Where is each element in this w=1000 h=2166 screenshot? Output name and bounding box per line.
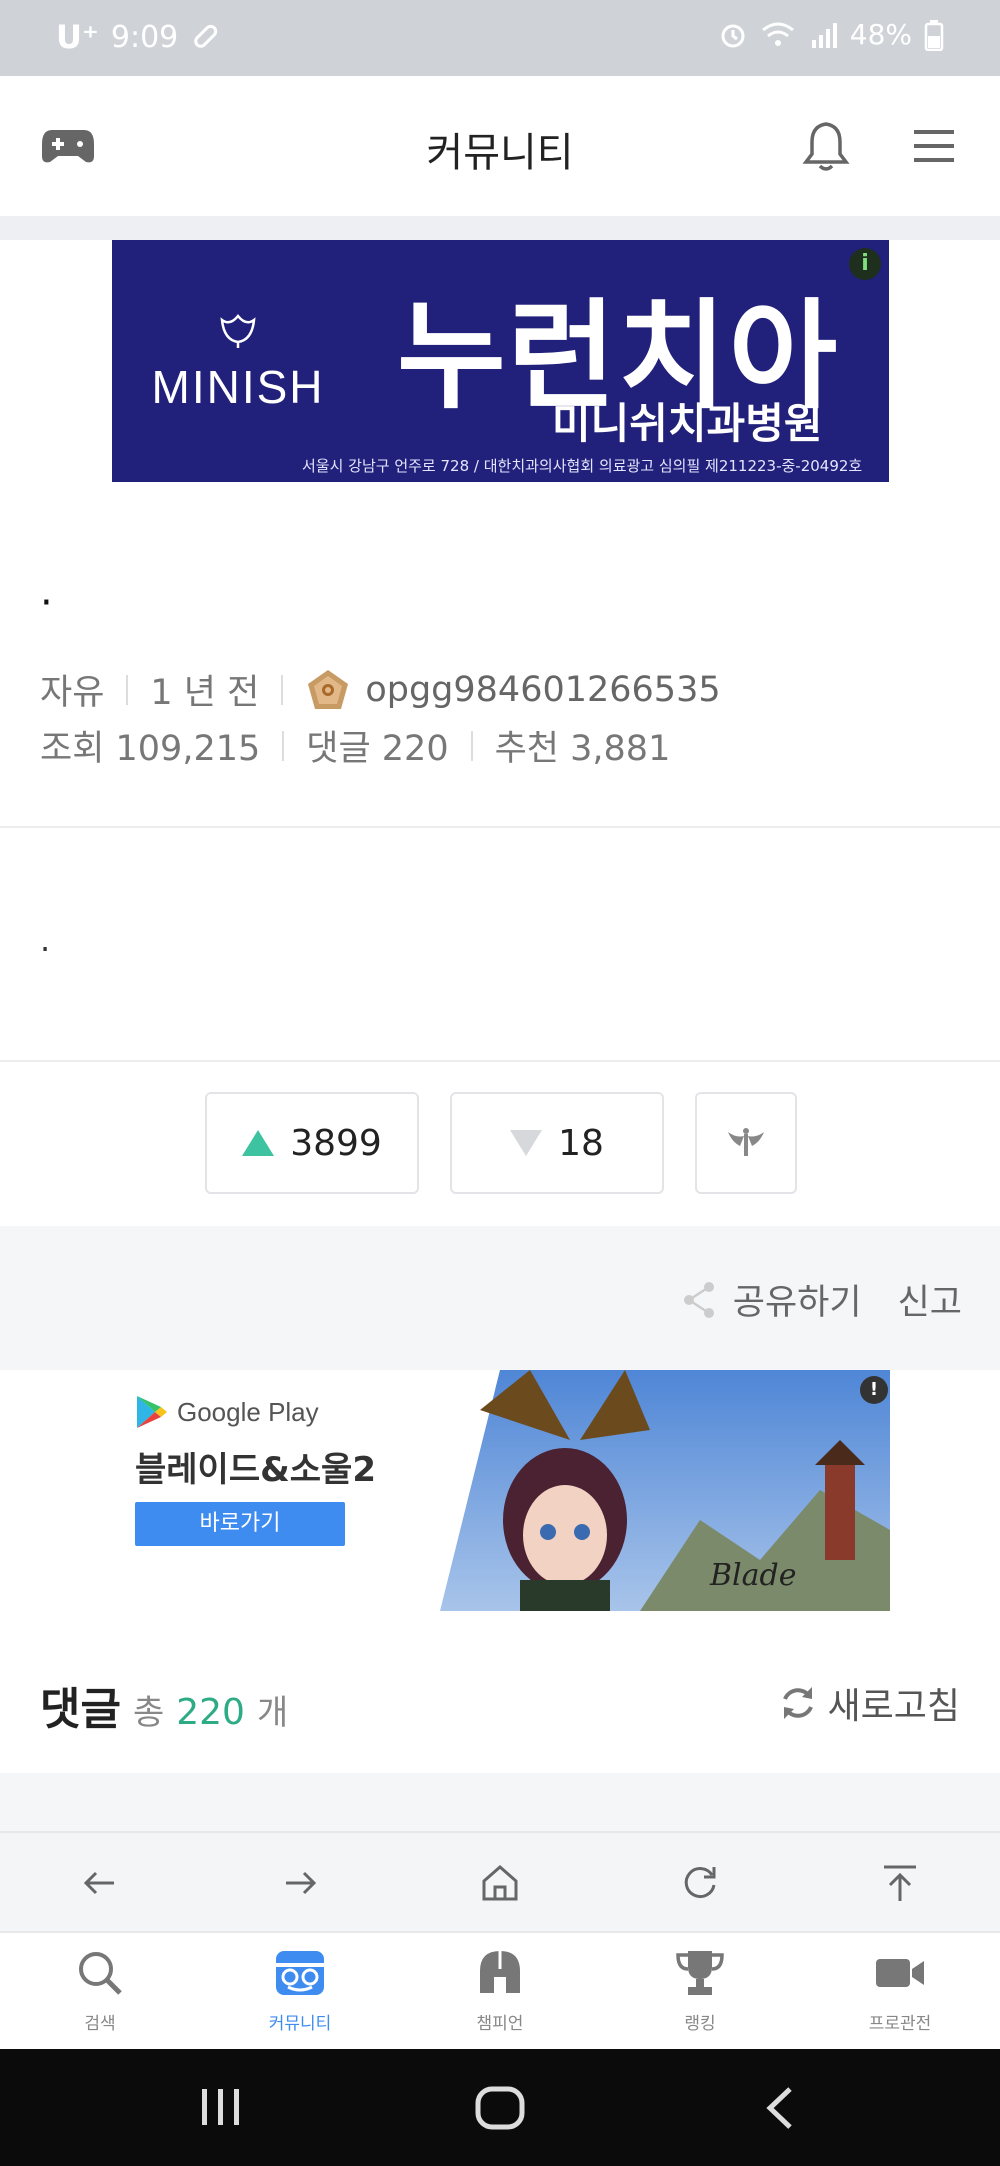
refresh-label: 새로고침	[827, 1686, 960, 1727]
reload-icon[interactable]	[678, 1861, 722, 1905]
post-title: ·	[40, 580, 53, 626]
home-button-icon[interactable]	[474, 2085, 526, 2131]
meta-divider	[470, 730, 473, 761]
meta-divider	[126, 674, 129, 705]
battery-percent: 48%	[849, 18, 912, 51]
ad-brand-name: MINISH	[151, 361, 325, 413]
trophy-icon	[676, 1951, 724, 1995]
refresh-button[interactable]: 새로고침	[778, 1677, 960, 1729]
carrier-label: U⁺	[56, 18, 99, 56]
ad-info-icon[interactable]: !	[860, 1376, 888, 1404]
google-play-icon	[137, 1396, 167, 1428]
system-nav-bar	[0, 2049, 1000, 2166]
author-name[interactable]: opgg984601266535	[365, 670, 720, 710]
bell-icon[interactable]	[796, 116, 856, 176]
wifi-icon	[761, 22, 794, 46]
signal-icon	[811, 22, 837, 48]
search-icon	[79, 1952, 122, 1995]
tab-label: 커뮤니티	[268, 2014, 332, 2034]
award-button[interactable]	[695, 1092, 797, 1194]
game-artwork: Blade	[440, 1370, 890, 1611]
tulip-logo-icon	[220, 313, 256, 348]
post-time: 1 년 전	[150, 673, 260, 713]
status-bar: U⁺ 9:09 48%	[0, 0, 1000, 76]
rank-badge-icon	[308, 669, 349, 709]
share-icon[interactable]	[681, 1281, 717, 1319]
tab-champion[interactable]: 챔피언	[400, 1947, 600, 2034]
banner-ad-minish[interactable]: MINISH 누런치아 미니쉬치과병원 서울시 강남구 언주로 728 / 대한…	[112, 240, 889, 482]
comments-total-label: 총	[132, 1693, 165, 1733]
tab-label: 챔피언	[476, 2014, 524, 2034]
report-button[interactable]: 신고	[898, 1274, 962, 1325]
downvote-arrow-icon	[510, 1130, 543, 1156]
ad-subline: 미니쉬치과병원	[552, 399, 823, 448]
comments-header: 댓글 총 220 개 새로고침	[0, 1631, 1000, 1773]
scroll-top-icon[interactable]	[878, 1861, 922, 1905]
ad-fineprint: 서울시 강남구 언주로 728 / 대한치과의사협회 의료광고 심의필 제211…	[302, 457, 863, 475]
tab-ranking[interactable]: 랭킹	[600, 1947, 800, 2034]
ad-brand: MINISH	[148, 310, 328, 414]
upvote-count: 3899	[290, 1122, 382, 1164]
forward-arrow-icon[interactable]	[278, 1861, 322, 1905]
section-divider	[0, 216, 1000, 240]
app-header: 커뮤니티	[0, 76, 1000, 216]
tab-pro-watch[interactable]: 프로관전	[800, 1947, 1000, 2034]
menu-icon[interactable]	[904, 116, 964, 176]
battery-icon	[924, 19, 944, 51]
downvote-button[interactable]: 18	[450, 1092, 664, 1194]
divider	[0, 826, 1000, 828]
helmet-icon	[480, 1951, 520, 1993]
post-stats: 조회 109,215 댓글 220 추천 3,881	[40, 720, 670, 771]
tab-search[interactable]: 검색	[0, 1947, 200, 2034]
clock: 9:09	[110, 19, 179, 55]
angel-wings-icon	[728, 1128, 764, 1156]
bottom-tab-bar: 검색 커뮤니티 챔피언 랭킹 프로관전	[0, 1931, 1000, 2049]
banner-ad-game[interactable]: Google Play 블레이드&소울2 바로가기 Blade !	[0, 1370, 1000, 1611]
share-section: 공유하기 신고	[0, 1226, 1000, 1370]
post-meta: 자유 1 년 전 opgg984601266535	[40, 664, 721, 715]
ad-store-name: Google Play	[177, 1396, 319, 1427]
comments-count: 220	[176, 1692, 245, 1733]
alarm-icon	[721, 24, 745, 47]
divider	[0, 1060, 1000, 1062]
tab-community[interactable]: 커뮤니티	[200, 1947, 400, 2034]
upvote-button[interactable]: 3899	[205, 1092, 419, 1194]
post-body: ·	[40, 930, 51, 968]
comments-unit: 개	[256, 1693, 289, 1733]
downvote-count: 18	[558, 1122, 604, 1164]
section-divider	[0, 1773, 1000, 1831]
recommend-count: 추천 3,881	[494, 729, 671, 769]
ad-game-title: 블레이드&소울2	[135, 1450, 376, 1490]
video-camera-icon	[876, 1959, 924, 1987]
recent-apps-icon[interactable]	[198, 2085, 244, 2129]
comment-count: 댓글 220	[306, 729, 449, 769]
back-arrow-icon[interactable]	[78, 1861, 122, 1905]
meta-divider	[281, 674, 284, 705]
meta-divider	[282, 730, 285, 761]
comments-title: 댓글	[40, 1684, 121, 1735]
tab-label: 검색	[84, 2014, 116, 2034]
share-button[interactable]: 공유하기	[733, 1274, 862, 1325]
browser-toolbar	[0, 1831, 1000, 1931]
tab-label: 프로관전	[868, 2014, 932, 2034]
back-button-icon[interactable]	[760, 2085, 800, 2131]
ad-info-icon[interactable]: i	[849, 248, 881, 280]
pill-icon	[194, 24, 218, 48]
ad-cta-button[interactable]: 바로가기	[135, 1502, 345, 1546]
home-icon[interactable]	[478, 1861, 522, 1905]
view-count: 조회 109,215	[40, 729, 261, 769]
svg-text:Blade: Blade	[709, 1558, 796, 1593]
community-icon	[276, 1951, 324, 1995]
post-category[interactable]: 자유	[40, 664, 104, 715]
refresh-icon	[782, 1687, 813, 1719]
upvote-arrow-icon	[242, 1130, 275, 1156]
tab-label: 랭킹	[684, 2014, 716, 2034]
